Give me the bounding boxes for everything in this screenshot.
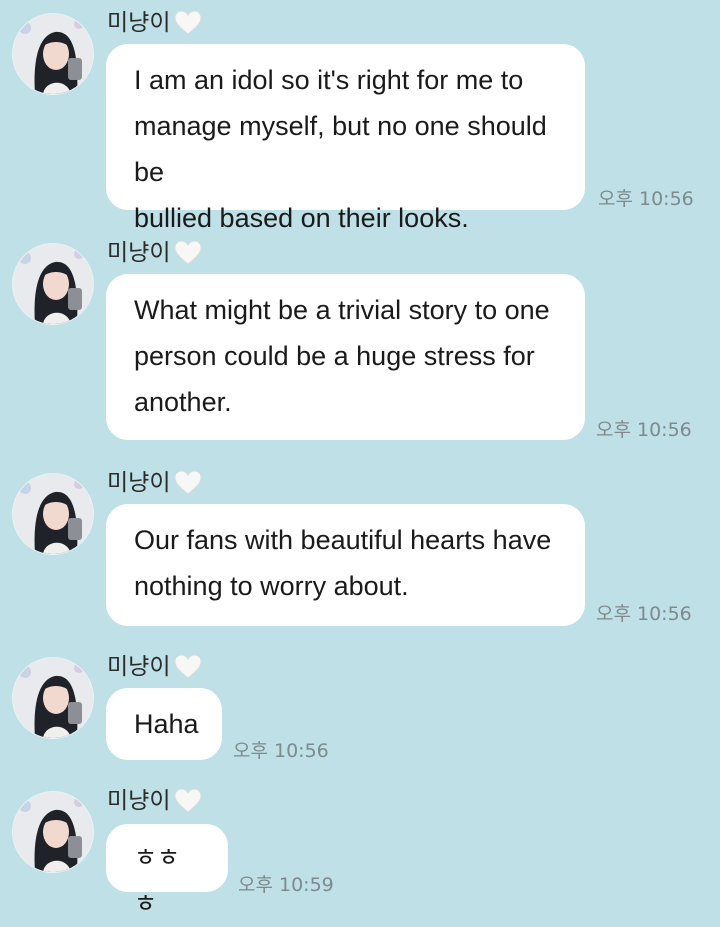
white-heart-icon [174,654,202,680]
message-line: manage myself, but no one should be [134,111,547,187]
message-group: 미냥이 What might be a trivial story to one… [0,236,720,446]
message-timestamp: 오후 10:56 [596,419,692,441]
message-bubble[interactable]: What might be a trivial story to one per… [106,274,585,440]
message-line: What might be a trivial story to one [134,295,550,325]
avatar[interactable] [13,474,93,554]
message-timestamp: 오후 10:56 [596,603,692,625]
sender-name-row: 미냥이 [107,650,202,684]
message-bubble[interactable]: Haha [106,688,222,760]
message-line: person could be a huge stress for [134,341,535,371]
message-line: nothing to worry about. [134,571,409,601]
sender-name: 미냥이 [107,788,171,814]
message-timestamp: 오후 10:59 [238,874,334,896]
message-line: bullied based on their looks. [134,203,469,233]
sender-name-row: 미냥이 [107,6,202,40]
message-line: ㅎㅎㅎ [134,843,181,918]
message-timestamp: 오후 10:56 [598,188,694,210]
message-group: 미냥이 ㅎㅎㅎ 오후 10:59 [0,784,720,918]
sender-name: 미냥이 [107,240,171,266]
avatar[interactable] [13,14,93,94]
avatar[interactable] [13,244,93,324]
sender-name-row: 미냥이 [107,784,202,818]
sender-name: 미냥이 [107,10,171,36]
white-heart-icon [174,240,202,266]
message-group: 미냥이 I am an idol so it's right for me to… [0,6,720,233]
message-line: I am an idol so it's right for me to [134,65,524,95]
sender-name-row: 미냥이 [107,236,202,270]
message-bubble[interactable]: Our fans with beautiful hearts have noth… [106,504,585,626]
message-bubble[interactable]: I am an idol so it's right for me to man… [106,44,585,233]
message-line: another. [134,387,232,417]
message-group: 미냥이 Our fans with beautiful hearts have … [0,466,720,636]
sender-name: 미냥이 [107,470,171,496]
sender-name-row: 미냥이 [107,466,202,500]
message-timestamp: 오후 10:56 [233,740,329,762]
message-bubble[interactable]: ㅎㅎㅎ [106,824,228,918]
avatar[interactable] [13,658,93,738]
white-heart-icon [174,470,202,496]
white-heart-icon [174,788,202,814]
message-line: Haha [134,709,199,739]
chat-window: 미냥이 I am an idol so it's right for me to… [0,0,720,918]
message-group: 미냥이 Haha 오후 10:56 [0,650,720,770]
sender-name: 미냥이 [107,654,171,680]
avatar[interactable] [13,792,93,872]
message-line: Our fans with beautiful hearts have [134,525,552,555]
white-heart-icon [174,10,202,36]
